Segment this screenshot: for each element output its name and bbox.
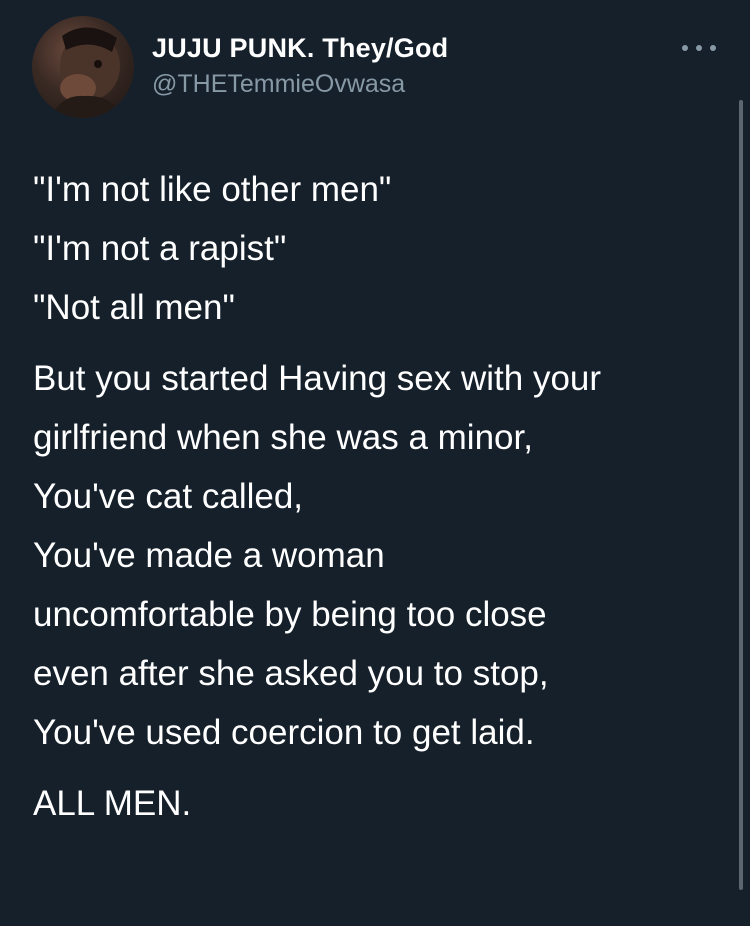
tweet-line: "I'm not like other men" — [33, 170, 392, 209]
ellipsis-icon — [710, 45, 716, 51]
scrollbar[interactable] — [739, 100, 743, 890]
user-handle[interactable]: @THETemmieOvwasa — [152, 69, 405, 99]
tweet-paragraph: But you started Having sex with your gir… — [33, 349, 733, 762]
display-name[interactable]: JUJU PUNK. They/God — [152, 32, 448, 64]
tweet-line: ALL MEN. — [33, 784, 192, 823]
tweet-line: You've cat called, — [33, 477, 304, 516]
ellipsis-icon — [696, 45, 702, 51]
tweet-text: "I'm not like other men" "I'm not a rapi… — [33, 160, 733, 833]
tweet-line: uncomfortable by being too close — [33, 595, 547, 634]
profile-photo-icon — [50, 27, 124, 118]
more-options-button[interactable] — [682, 40, 716, 56]
ellipsis-icon — [682, 45, 688, 51]
tweet-line: even after she asked you to stop, — [33, 654, 549, 693]
tweet: JUJU PUNK. They/God @THETemmieOvwasa "I'… — [0, 0, 750, 926]
tweet-line: You've made a woman — [33, 536, 385, 575]
avatar[interactable] — [32, 16, 134, 118]
tweet-line: "I'm not a rapist" — [33, 229, 287, 268]
tweet-paragraph: "I'm not like other men" "I'm not a rapi… — [33, 160, 733, 337]
tweet-line: You've used coercion to get laid. — [33, 713, 535, 752]
tweet-paragraph: ALL MEN. — [33, 774, 733, 833]
tweet-line: girlfriend when she was a minor, — [33, 418, 533, 457]
tweet-line: "Not all men" — [33, 288, 235, 327]
tweet-line: But you started Having sex with your — [33, 359, 602, 398]
